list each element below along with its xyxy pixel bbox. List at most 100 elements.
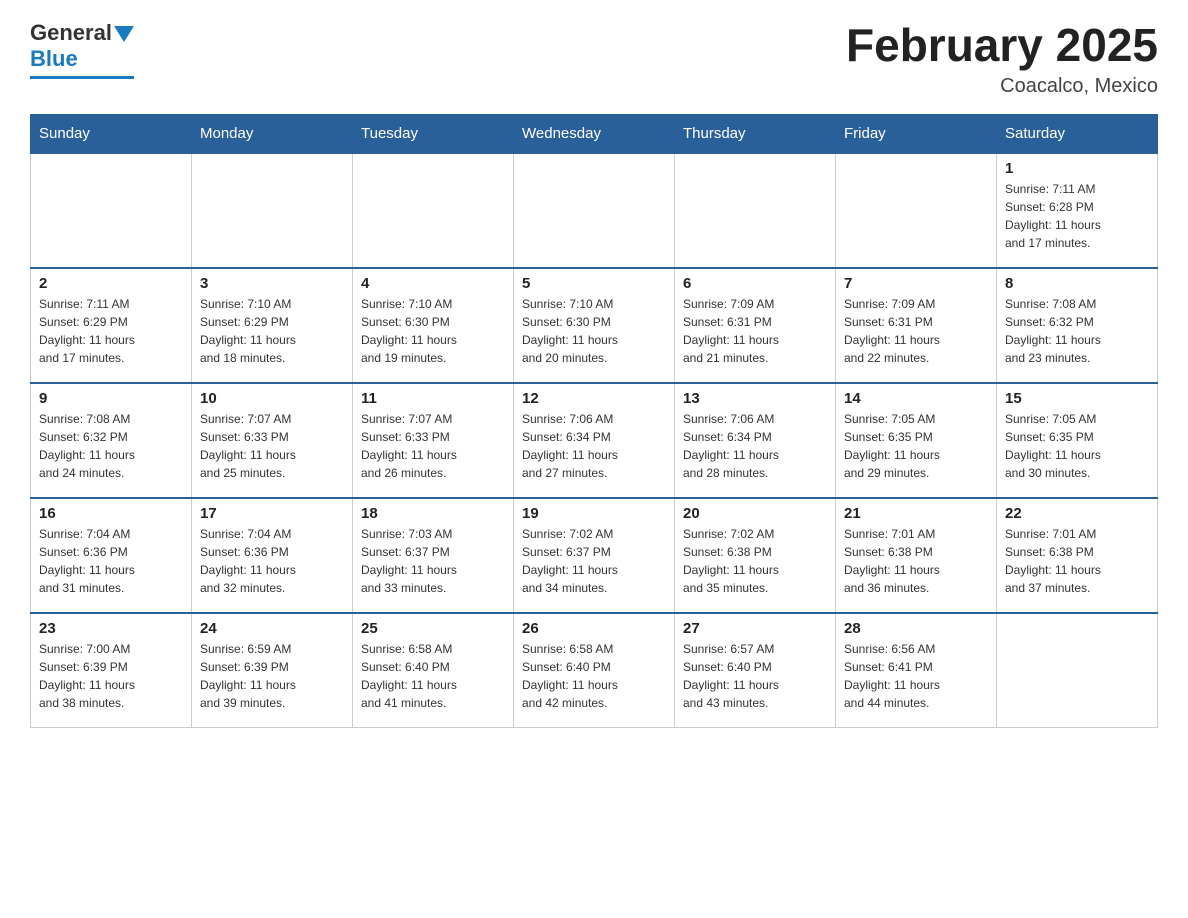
logo-triangle-icon [114,26,134,42]
day-info: Sunrise: 7:00 AM Sunset: 6:39 PM Dayligh… [39,640,183,712]
calendar-cell: 20Sunrise: 7:02 AM Sunset: 6:38 PM Dayli… [675,498,836,613]
day-info: Sunrise: 7:11 AM Sunset: 6:28 PM Dayligh… [1005,180,1149,252]
day-info: Sunrise: 7:04 AM Sunset: 6:36 PM Dayligh… [200,525,344,597]
calendar-week-3: 9 Sunrise: 7:08 AM Sunset: 6:32 PM Daylig… [31,383,1158,498]
title-area: February 2025 Coacalco, Mexico [846,20,1158,98]
day-number: 25 [361,620,505,637]
day-number: 18 [361,505,505,522]
calendar-cell: 17 Sunrise: 7:04 AM Sunset: 6:36 PM Dayli… [192,498,353,613]
calendar-cell: 24Sunrise: 6:59 AM Sunset: 6:39 PM Dayli… [192,613,353,728]
page-header: General Blue February 2025 Coacalco, Mex… [30,20,1158,98]
day-number: 12 [522,390,666,407]
day-number: 13 [683,390,827,407]
column-header-saturday: Saturday [997,114,1158,153]
day-info: Sunrise: 7:08 AM Sunset: 6:32 PM Dayligh… [1005,295,1149,367]
calendar-cell: 19 Sunrise: 7:02 AM Sunset: 6:37 PM Dayli… [514,498,675,613]
calendar-cell: 5Sunrise: 7:10 AM Sunset: 6:30 PM Daylig… [514,268,675,383]
calendar-subtitle: Coacalco, Mexico [846,75,1158,98]
calendar-table: SundayMondayTuesdayWednesdayThursdayFrid… [30,114,1158,729]
day-number: 10 [200,390,344,407]
calendar-week-1: 1 Sunrise: 7:11 AM Sunset: 6:28 PM Daylig… [31,153,1158,268]
day-info: Sunrise: 7:06 AM Sunset: 6:34 PM Dayligh… [522,410,666,482]
day-number: 6 [683,275,827,292]
day-number: 11 [361,390,505,407]
day-info: Sunrise: 7:03 AM Sunset: 6:37 PM Dayligh… [361,525,505,597]
calendar-cell: 21 Sunrise: 7:01 AM Sunset: 6:38 PM Dayli… [836,498,997,613]
day-number: 9 [39,390,183,407]
column-header-sunday: Sunday [31,114,192,153]
calendar-cell: 7Sunrise: 7:09 AM Sunset: 6:31 PM Daylig… [836,268,997,383]
calendar-cell: 25 Sunrise: 6:58 AM Sunset: 6:40 PM Dayli… [353,613,514,728]
calendar-cell: 26 Sunrise: 6:58 AM Sunset: 6:40 PM Dayli… [514,613,675,728]
day-info: Sunrise: 6:58 AM Sunset: 6:40 PM Dayligh… [361,640,505,712]
calendar-cell: 1 Sunrise: 7:11 AM Sunset: 6:28 PM Daylig… [997,153,1158,268]
calendar-cell [192,153,353,268]
day-info: Sunrise: 7:08 AM Sunset: 6:32 PM Dayligh… [39,410,183,482]
calendar-cell [353,153,514,268]
day-info: Sunrise: 7:10 AM Sunset: 6:29 PM Dayligh… [200,295,344,367]
calendar-cell: 2 Sunrise: 7:11 AM Sunset: 6:29 PM Daylig… [31,268,192,383]
calendar-cell: 12 Sunrise: 7:06 AM Sunset: 6:34 PM Dayli… [514,383,675,498]
calendar-cell: 4 Sunrise: 7:10 AM Sunset: 6:30 PM Daylig… [353,268,514,383]
day-number: 2 [39,275,183,292]
column-header-tuesday: Tuesday [353,114,514,153]
day-number: 1 [1005,160,1149,177]
calendar-cell: 13 Sunrise: 7:06 AM Sunset: 6:34 PM Dayli… [675,383,836,498]
day-info: Sunrise: 7:05 AM Sunset: 6:35 PM Dayligh… [844,410,988,482]
calendar-week-2: 2 Sunrise: 7:11 AM Sunset: 6:29 PM Daylig… [31,268,1158,383]
day-info: Sunrise: 6:58 AM Sunset: 6:40 PM Dayligh… [522,640,666,712]
day-number: 28 [844,620,988,637]
day-info: Sunrise: 7:09 AM Sunset: 6:31 PM Dayligh… [683,295,827,367]
day-number: 23 [39,620,183,637]
day-number: 19 [522,505,666,522]
calendar-cell: 10 Sunrise: 7:07 AM Sunset: 6:33 PM Dayli… [192,383,353,498]
day-info: Sunrise: 7:02 AM Sunset: 6:38 PM Dayligh… [683,525,827,597]
day-info: Sunrise: 7:01 AM Sunset: 6:38 PM Dayligh… [1005,525,1149,597]
day-number: 14 [844,390,988,407]
column-header-friday: Friday [836,114,997,153]
day-info: Sunrise: 7:01 AM Sunset: 6:38 PM Dayligh… [844,525,988,597]
calendar-cell: 3Sunrise: 7:10 AM Sunset: 6:29 PM Daylig… [192,268,353,383]
logo: General Blue [30,20,134,79]
day-info: Sunrise: 7:11 AM Sunset: 6:29 PM Dayligh… [39,295,183,367]
day-info: Sunrise: 7:06 AM Sunset: 6:34 PM Dayligh… [683,410,827,482]
day-info: Sunrise: 7:04 AM Sunset: 6:36 PM Dayligh… [39,525,183,597]
day-number: 27 [683,620,827,637]
day-number: 17 [200,505,344,522]
calendar-cell: 18 Sunrise: 7:03 AM Sunset: 6:37 PM Dayli… [353,498,514,613]
day-info: Sunrise: 7:05 AM Sunset: 6:35 PM Dayligh… [1005,410,1149,482]
day-info: Sunrise: 6:57 AM Sunset: 6:40 PM Dayligh… [683,640,827,712]
logo-general-text: General [30,20,112,46]
day-number: 7 [844,275,988,292]
calendar-cell: 11 Sunrise: 7:07 AM Sunset: 6:33 PM Dayli… [353,383,514,498]
calendar-cell: 8 Sunrise: 7:08 AM Sunset: 6:32 PM Daylig… [997,268,1158,383]
day-number: 26 [522,620,666,637]
calendar-cell: 23 Sunrise: 7:00 AM Sunset: 6:39 PM Dayli… [31,613,192,728]
calendar-week-4: 16 Sunrise: 7:04 AM Sunset: 6:36 PM Dayli… [31,498,1158,613]
day-number: 15 [1005,390,1149,407]
calendar-cell [514,153,675,268]
calendar-cell: 16 Sunrise: 7:04 AM Sunset: 6:36 PM Dayli… [31,498,192,613]
day-number: 8 [1005,275,1149,292]
calendar-cell [675,153,836,268]
column-header-wednesday: Wednesday [514,114,675,153]
day-number: 22 [1005,505,1149,522]
logo-underline [30,76,134,79]
day-info: Sunrise: 7:07 AM Sunset: 6:33 PM Dayligh… [361,410,505,482]
calendar-header-row: SundayMondayTuesdayWednesdayThursdayFrid… [31,114,1158,153]
calendar-cell: 22 Sunrise: 7:01 AM Sunset: 6:38 PM Dayli… [997,498,1158,613]
calendar-cell [997,613,1158,728]
day-info: Sunrise: 7:10 AM Sunset: 6:30 PM Dayligh… [361,295,505,367]
day-info: Sunrise: 7:10 AM Sunset: 6:30 PM Dayligh… [522,295,666,367]
calendar-week-5: 23 Sunrise: 7:00 AM Sunset: 6:39 PM Dayli… [31,613,1158,728]
day-number: 21 [844,505,988,522]
day-number: 16 [39,505,183,522]
column-header-thursday: Thursday [675,114,836,153]
day-number: 4 [361,275,505,292]
calendar-cell: 28Sunrise: 6:56 AM Sunset: 6:41 PM Dayli… [836,613,997,728]
day-info: Sunrise: 7:07 AM Sunset: 6:33 PM Dayligh… [200,410,344,482]
day-info: Sunrise: 6:59 AM Sunset: 6:39 PM Dayligh… [200,640,344,712]
day-info: Sunrise: 7:02 AM Sunset: 6:37 PM Dayligh… [522,525,666,597]
calendar-cell: 15 Sunrise: 7:05 AM Sunset: 6:35 PM Dayli… [997,383,1158,498]
calendar-cell [31,153,192,268]
